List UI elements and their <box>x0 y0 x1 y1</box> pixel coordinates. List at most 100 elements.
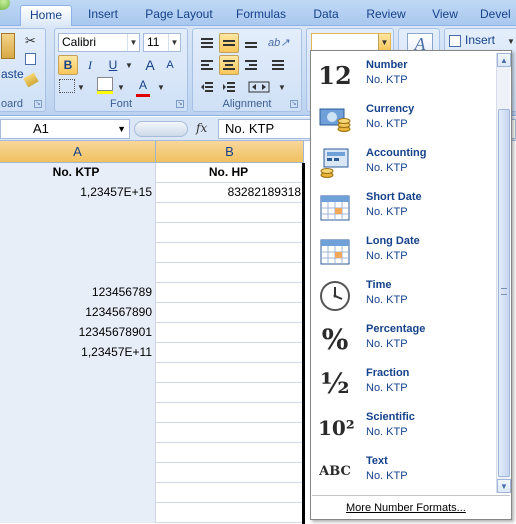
tab-view[interactable]: View <box>424 5 466 26</box>
worksheet-grid[interactable]: No. KTP No. HP 1,23457E+15 83282189318 12345… <box>0 163 304 524</box>
cell-b[interactable]: 83282189318 <box>156 183 304 203</box>
orientation-icon[interactable]: ab↗ <box>267 33 289 53</box>
cell-b[interactable] <box>156 503 304 523</box>
chevron-down-icon[interactable]: ▼ <box>77 83 85 92</box>
format-option-fraction[interactable]: ½ Fraction No. KTP <box>312 361 495 405</box>
format-option-text[interactable]: ABC Text No. KTP <box>312 449 495 493</box>
cell-b[interactable] <box>156 303 304 323</box>
cell-a[interactable] <box>0 403 156 423</box>
cell-a[interactable] <box>0 243 156 263</box>
cell-a[interactable] <box>0 503 156 523</box>
cell-a[interactable] <box>0 443 156 463</box>
chevron-down-icon[interactable]: ▼ <box>125 61 133 70</box>
chevron-down-icon[interactable]: ▼ <box>117 83 125 92</box>
name-box[interactable]: A1 ▼ <box>0 119 130 139</box>
chevron-down-icon[interactable]: ▼ <box>168 34 180 51</box>
cell-b[interactable] <box>156 243 304 263</box>
cell-b[interactable] <box>156 423 304 443</box>
align-bottom-icon[interactable] <box>241 33 261 53</box>
cell-b[interactable] <box>156 223 304 243</box>
font-size-combo[interactable]: 11 ▼ <box>143 33 181 52</box>
alignment-launcher-icon[interactable]: ↘ <box>290 100 298 108</box>
more-number-formats-button[interactable]: More Number Formats... <box>312 495 510 519</box>
format-option-accounting[interactable]: Accounting No. KTP <box>312 141 495 185</box>
insert-label[interactable]: Insert <box>465 33 495 47</box>
format-option-long-date[interactable]: Long Date No. KTP <box>312 229 495 273</box>
align-right-icon[interactable] <box>241 55 261 75</box>
format-option-short-date[interactable]: Short Date No. KTP <box>312 185 495 229</box>
cell-b[interactable] <box>156 203 304 223</box>
clipboard-launcher-icon[interactable]: ↘ <box>34 100 42 108</box>
cell-b[interactable] <box>156 403 304 423</box>
bold-button[interactable]: B <box>58 55 78 75</box>
cell-b[interactable] <box>156 323 304 343</box>
wrap-text-icon[interactable] <box>267 55 289 75</box>
format-option-time[interactable]: Time No. KTP <box>312 273 495 317</box>
tab-formulas[interactable]: Formulas <box>228 5 294 26</box>
formula-bar-expander[interactable] <box>134 121 188 137</box>
cell-b[interactable] <box>156 263 304 283</box>
cell-a[interactable] <box>0 203 156 223</box>
cell-a[interactable]: 1,23457E+15 <box>0 183 156 203</box>
grow-font-button[interactable]: A <box>141 55 159 75</box>
align-middle-icon[interactable] <box>219 33 239 53</box>
office-button[interactable] <box>0 0 10 10</box>
copy-icon[interactable] <box>25 53 36 65</box>
format-painter-icon[interactable] <box>23 72 39 88</box>
chevron-down-icon[interactable]: ▼ <box>157 83 165 92</box>
shrink-font-button[interactable]: A <box>161 55 179 75</box>
format-option-number[interactable]: 12 Number No. KTP <box>312 53 495 97</box>
insert-function-button[interactable]: fx <box>196 121 207 135</box>
cell-a[interactable]: No. KTP <box>0 163 156 183</box>
chevron-down-icon[interactable]: ▼ <box>117 120 126 138</box>
scroll-thumb[interactable] <box>498 109 510 477</box>
cell-a[interactable]: 12345678901 <box>0 323 156 343</box>
tab-insert[interactable]: Insert <box>78 5 128 26</box>
format-option-percentage[interactable]: % Percentage No. KTP <box>312 317 495 361</box>
paste-label[interactable]: aste <box>1 67 24 81</box>
cell-a[interactable] <box>0 363 156 383</box>
cell-a[interactable] <box>0 383 156 403</box>
column-header-b[interactable]: B <box>156 141 304 163</box>
font-color-button[interactable]: A <box>133 75 153 97</box>
paste-icon[interactable] <box>1 33 15 59</box>
cell-b[interactable] <box>156 463 304 483</box>
align-top-icon[interactable] <box>197 33 217 53</box>
cell-a[interactable] <box>0 263 156 283</box>
cell-b[interactable] <box>156 443 304 463</box>
column-header-a[interactable]: A <box>0 141 156 163</box>
cell-b[interactable]: No. HP <box>156 163 304 183</box>
chevron-down-icon[interactable]: ▼ <box>507 37 515 46</box>
cell-a[interactable]: 1234567890 <box>0 303 156 323</box>
format-option-scientific[interactable]: 10² Scientific No. KTP <box>312 405 495 449</box>
cell-b[interactable] <box>156 283 304 303</box>
scroll-down-icon[interactable]: ▼ <box>497 479 511 493</box>
cell-a[interactable] <box>0 463 156 483</box>
font-launcher-icon[interactable]: ↘ <box>176 100 184 108</box>
align-left-icon[interactable] <box>197 55 217 75</box>
format-option-currency[interactable]: Currency No. KTP <box>312 97 495 141</box>
decrease-indent-icon[interactable] <box>197 77 217 97</box>
chevron-down-icon[interactable]: ▼ <box>278 83 286 92</box>
fill-color-icon[interactable] <box>97 77 113 94</box>
borders-icon[interactable] <box>59 79 75 93</box>
underline-button[interactable]: U <box>103 55 123 75</box>
align-center-icon[interactable] <box>219 55 239 75</box>
cell-a[interactable] <box>0 483 156 503</box>
tab-data[interactable]: Data <box>306 5 346 26</box>
cell-b[interactable] <box>156 343 304 363</box>
cell-b[interactable] <box>156 363 304 383</box>
font-name-combo[interactable]: Calibri ▼ <box>58 33 140 52</box>
increase-indent-icon[interactable] <box>219 77 239 97</box>
cut-icon[interactable]: ✂ <box>25 33 36 49</box>
tab-page-layout[interactable]: Page Layout <box>140 5 218 26</box>
cell-a[interactable] <box>0 223 156 243</box>
tab-developer[interactable]: Devel <box>480 5 516 26</box>
dropdown-scrollbar[interactable]: ▲ ▼ <box>496 53 511 493</box>
tab-review[interactable]: Review <box>360 5 412 26</box>
italic-button[interactable]: I <box>80 55 100 75</box>
cell-b[interactable] <box>156 483 304 503</box>
insert-cells-icon[interactable] <box>449 35 461 47</box>
merge-center-icon[interactable] <box>245 77 275 97</box>
chevron-down-icon[interactable]: ▼ <box>378 34 390 51</box>
